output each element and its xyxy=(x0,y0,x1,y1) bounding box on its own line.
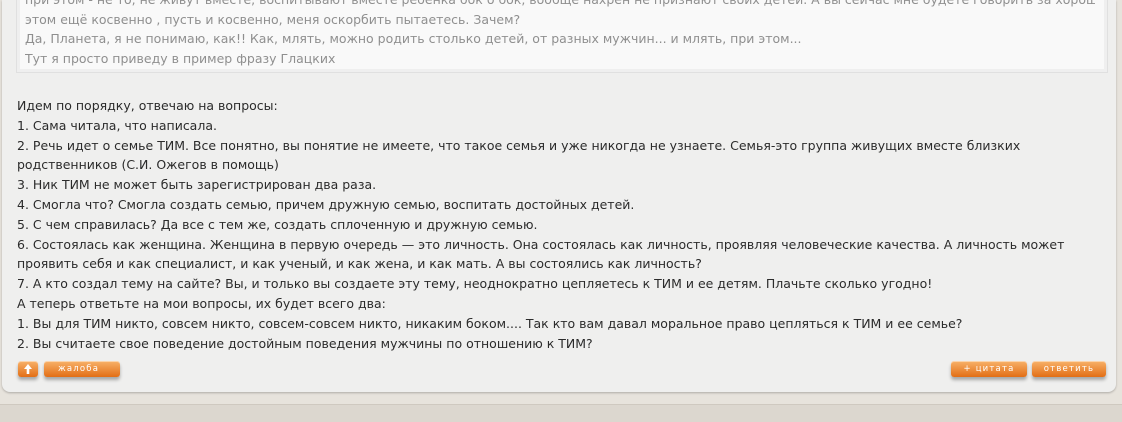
post-line: Идем по порядку, отвечаю на вопросы: xyxy=(17,98,278,113)
quoted-message: при этом - не то, не живут вместе, воспи… xyxy=(16,0,1108,73)
post-line: А теперь ответьте на мои вопросы, их буд… xyxy=(17,295,386,311)
quote-button[interactable]: + цитата xyxy=(951,361,1027,377)
post-line: 3. Ник ТИМ не может быть зарегистрирован… xyxy=(17,177,377,193)
post-line: 2. Речь идет о семье ТИМ. Все понятно, в… xyxy=(17,137,1021,173)
complaint-button[interactable]: жалоба xyxy=(44,361,120,377)
quote-line: Да, Планета, я не понимаю, как!! Как, мл… xyxy=(25,31,802,46)
arrow-up-icon xyxy=(24,364,32,374)
post-body: Идем по порядку, отвечаю на вопросы: 1. … xyxy=(17,96,1109,353)
post-line: 1. Вы для ТИМ никто, совсем никто, совсе… xyxy=(17,315,963,331)
post-line: 4. Смогла что? Смогла создать семью, при… xyxy=(17,196,635,212)
post-line: 7. А кто создал тему на сайте? Вы, и тол… xyxy=(17,276,933,292)
scroll-up-button[interactable] xyxy=(18,361,38,377)
quote-line: при этом - не то, не живут вместе, воспи… xyxy=(25,0,1095,10)
post-line: 2. Вы считаете свое поведение достойным … xyxy=(17,335,593,351)
reply-button[interactable]: ответить xyxy=(1032,361,1106,377)
post-line: 5. С чем справилась? Да все с тем же, со… xyxy=(17,216,538,232)
post-line: 6. Состоялась как женщина. Женщина в пер… xyxy=(17,236,1065,272)
forum-post: при этом - не то, не живут вместе, воспи… xyxy=(2,0,1116,392)
quote-line: Тут я просто приведу в пример фразу Глац… xyxy=(25,50,336,66)
quote-text: при этом - не то, не живут вместе, воспи… xyxy=(25,0,1095,68)
post-line: 1. Сама читала, что написала. xyxy=(17,117,217,133)
quote-line: этом ещё косвенно , пусть и косвенно, ме… xyxy=(25,11,521,27)
page-bottom-strip xyxy=(0,404,1122,422)
